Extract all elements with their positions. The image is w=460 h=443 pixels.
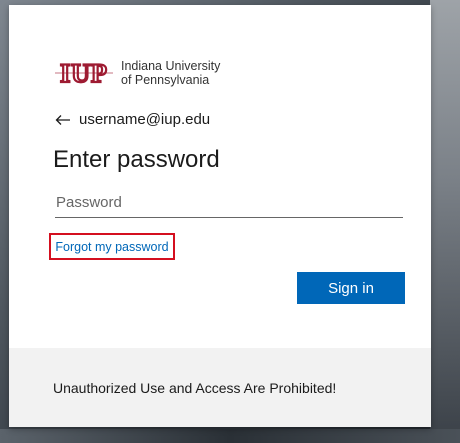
forgot-password-link[interactable]: Forgot my password: [55, 240, 168, 254]
logo-line-2: of Pennsylvania: [121, 73, 210, 87]
sign-in-button[interactable]: Sign in: [297, 272, 405, 304]
arrow-left-icon[interactable]: [55, 114, 71, 126]
logo-line-1: Indiana University: [121, 59, 221, 73]
background-right-edge: [430, 0, 460, 443]
identity-banner[interactable]: username@iup.edu: [55, 111, 210, 128]
iup-logo: IUP Indiana University of Pennsylvania: [53, 59, 220, 87]
footer: Unauthorized Use and Access Are Prohibit…: [9, 348, 431, 427]
page-title: Enter password: [53, 146, 220, 173]
password-input[interactable]: [55, 188, 403, 218]
sign-in-card: IUP Indiana University of Pennsylvania u…: [9, 5, 431, 427]
iup-logo-mark: IUP: [55, 60, 113, 86]
identity-email: username@iup.edu: [79, 111, 211, 128]
logo-text: Indiana University of Pennsylvania: [121, 59, 220, 87]
footer-text: Unauthorized Use and Access Are Prohibit…: [53, 379, 337, 396]
forgot-password-highlight: Forgot my password: [49, 233, 175, 260]
background-bottom-edge: [0, 429, 460, 443]
password-field-wrapper: [55, 188, 403, 220]
